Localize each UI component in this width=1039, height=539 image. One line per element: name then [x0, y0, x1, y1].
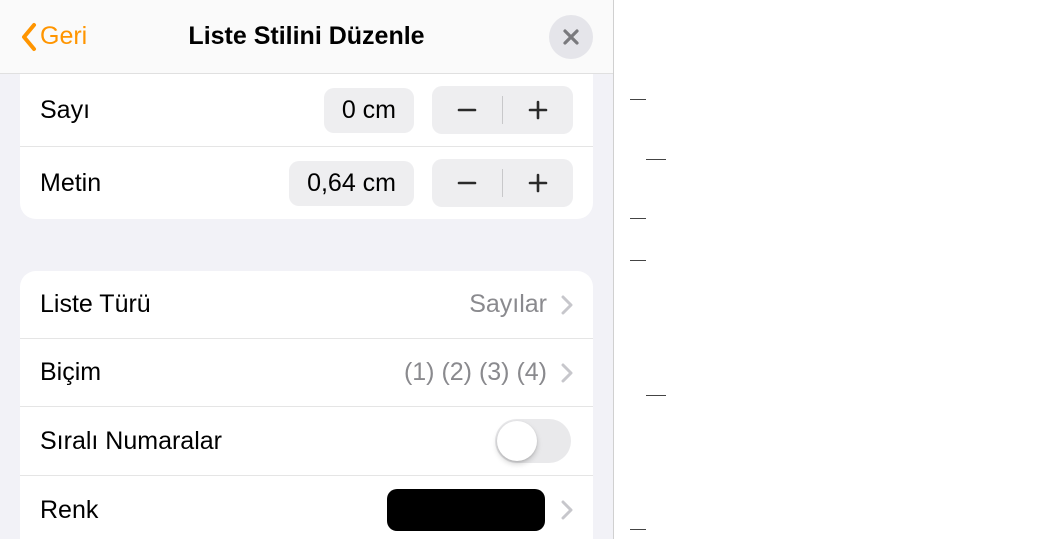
- text-indent-value[interactable]: 0,64 cm: [289, 161, 414, 206]
- text-indent-increment[interactable]: [503, 159, 573, 207]
- callout-bracket-top: [630, 99, 646, 219]
- format-row[interactable]: Biçim (1) (2) (3) (4): [20, 339, 593, 407]
- panel-content: Sayı 0 cm: [0, 74, 613, 539]
- back-button[interactable]: Geri: [20, 22, 87, 52]
- ordered-numbers-toggle[interactable]: [495, 419, 571, 463]
- list-options-group: Liste Türü Sayılar Biçim (1) (2) (3) (4)…: [20, 271, 593, 539]
- minus-icon: [456, 172, 478, 194]
- list-type-value: Sayılar: [469, 290, 547, 319]
- close-button[interactable]: [549, 15, 593, 59]
- number-indent-increment[interactable]: [503, 86, 573, 134]
- ordered-numbers-row: Sıralı Numaralar: [20, 407, 593, 476]
- format-label: Biçim: [40, 358, 396, 387]
- chevron-right-icon: [561, 363, 573, 383]
- color-swatch: [387, 489, 545, 531]
- close-icon: [562, 28, 580, 46]
- indent-group: Sayı 0 cm: [20, 74, 593, 219]
- toggle-knob: [497, 421, 537, 461]
- minus-icon: [456, 99, 478, 121]
- number-indent-decrement[interactable]: [432, 86, 502, 134]
- back-label: Geri: [40, 22, 87, 51]
- text-indent-stepper: [432, 159, 573, 207]
- plus-icon: [527, 99, 549, 121]
- color-label: Renk: [40, 496, 379, 525]
- list-type-row[interactable]: Liste Türü Sayılar: [20, 271, 593, 339]
- color-row[interactable]: Renk: [20, 476, 593, 539]
- number-indent-value[interactable]: 0 cm: [324, 88, 414, 133]
- panel-title: Liste Stilini Düzenle: [0, 22, 613, 51]
- text-indent-label: Metin: [40, 169, 281, 198]
- ordered-numbers-label: Sıralı Numaralar: [40, 427, 487, 456]
- text-indent-decrement[interactable]: [432, 159, 502, 207]
- number-indent-label: Sayı: [40, 96, 316, 125]
- callout-bracket-bottom: [630, 260, 646, 530]
- list-type-label: Liste Türü: [40, 290, 461, 319]
- format-value: (1) (2) (3) (4): [404, 358, 547, 387]
- chevron-right-icon: [561, 500, 573, 520]
- text-indent-row: Metin 0,64 cm: [20, 147, 593, 219]
- chevron-left-icon: [20, 22, 38, 52]
- plus-icon: [527, 172, 549, 194]
- chevron-right-icon: [561, 295, 573, 315]
- number-indent-row: Sayı 0 cm: [20, 74, 593, 147]
- panel-header: Geri Liste Stilini Düzenle: [0, 0, 613, 74]
- settings-panel: Geri Liste Stilini Düzenle Sayı 0 cm: [0, 0, 614, 539]
- number-indent-stepper: [432, 86, 573, 134]
